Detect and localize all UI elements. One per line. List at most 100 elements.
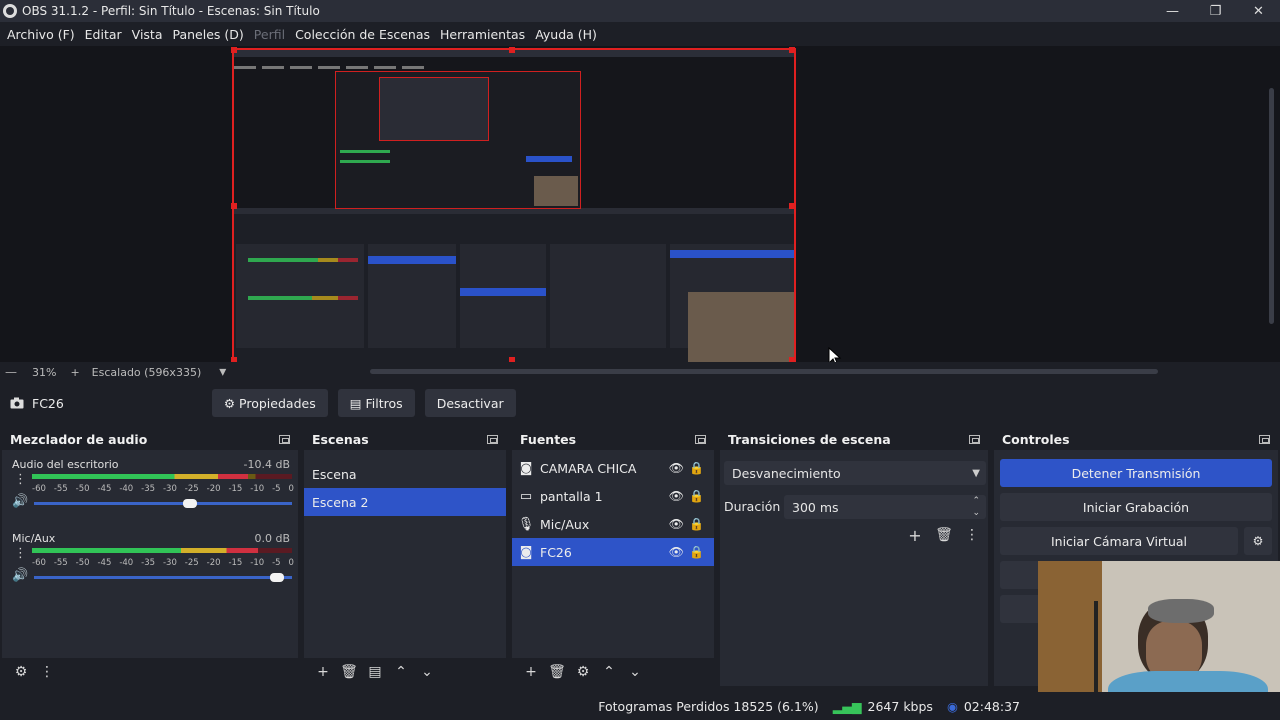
signal-icon: ▂▄▆ (832, 698, 862, 714)
arrow-up-icon[interactable]: ⌃ (598, 664, 620, 680)
menu-help[interactable]: Ayuda (H) (530, 27, 602, 42)
menu-tools[interactable]: Herramientas (435, 27, 530, 42)
virtual-camera-settings-icon[interactable]: ⚙ (1244, 527, 1272, 555)
meter-tick-label: -55 (53, 558, 68, 568)
eye-icon[interactable]: 👁 (669, 545, 684, 559)
stop-streaming-button[interactable]: Detener Transmisión (1000, 459, 1272, 487)
add-icon[interactable]: + (312, 664, 334, 680)
trash-icon[interactable]: 🗑 (338, 664, 360, 680)
meter-tick-label: -50 (75, 484, 90, 494)
arrow-down-icon[interactable]: ⌄ (416, 664, 438, 680)
status-bar: Fotogramas Perdidos 18525 (6.1%) ▂▄▆ 264… (0, 692, 1280, 720)
lock-icon[interactable]: 🔒 (689, 517, 704, 531)
eye-icon[interactable]: 👁 (669, 461, 684, 475)
menu-scene-collection[interactable]: Colección de Escenas (290, 27, 435, 42)
scaling-dropdown[interactable]: ▾ (219, 364, 226, 380)
meter-ticks: -60 -55 -50 -45 -40 -35 -30 -25 -20 -15 -10 -5 0 (32, 484, 294, 494)
zoom-out-button[interactable]: — (0, 365, 22, 379)
lock-icon[interactable]: 🔒 (689, 545, 704, 559)
minimize-button[interactable]: — (1151, 0, 1194, 22)
chevron-down-icon: ▼ (972, 467, 980, 479)
source-item-selected[interactable]: ◙ FC26 👁 🔒 (512, 538, 714, 566)
transition-select[interactable]: Desvanecimiento ▼ (724, 461, 986, 485)
gear-icon[interactable]: ⚙ (572, 664, 594, 680)
undock-icon[interactable] (969, 434, 980, 444)
arrow-up-icon[interactable]: ⌃ (390, 664, 412, 680)
meter-tick-label: -10 (250, 484, 265, 494)
source-item[interactable]: ◙ CAMARA CHICA 👁 🔒 (512, 454, 714, 482)
source-item[interactable]: 🎙 Mic/Aux 👁 🔒 (512, 510, 714, 538)
eye-icon[interactable]: 👁 (669, 489, 684, 503)
lock-icon[interactable]: 🔒 (689, 489, 704, 503)
menu-profile[interactable]: Perfil (249, 27, 290, 42)
close-button[interactable]: ✕ (1237, 0, 1280, 22)
menu-view[interactable]: Vista (127, 27, 168, 42)
arrow-down-icon[interactable]: ⌄ (624, 664, 646, 680)
live-time: 02:48:37 (963, 698, 1020, 714)
deactivate-button[interactable]: Desactivar (424, 389, 516, 417)
meter-tick-label: -40 (119, 558, 134, 568)
channel-menu-icon[interactable]: ⋮ (14, 546, 27, 561)
meter-tick-label: -10 (250, 558, 265, 568)
maximize-button[interactable]: ❐ (1194, 0, 1237, 22)
scene-item-selected[interactable]: Escena 2 (304, 488, 506, 516)
camera-icon: ◙ (519, 460, 533, 476)
preview-source-capture[interactable] (232, 48, 796, 364)
volume-slider[interactable] (34, 499, 292, 508)
channel-db: 0.0 dB (254, 532, 290, 545)
meter-tick-label: -25 (184, 558, 199, 568)
properties-button[interactable]: ⚙ Propiedades (211, 389, 328, 417)
camera-icon: ◙ (519, 544, 533, 560)
preview-vertical-scrollbar[interactable] (1269, 88, 1274, 324)
meter-tick-label: -60 (32, 484, 46, 494)
controls-title: Controles (1002, 431, 1070, 447)
start-virtual-camera-button[interactable]: Iniciar Cámara Virtual (1000, 527, 1238, 555)
level-meter (32, 548, 292, 553)
mixer-menu-icon[interactable]: ⋮ (36, 664, 58, 680)
meter-tick-label: -45 (97, 484, 112, 494)
undock-icon[interactable] (279, 434, 290, 444)
menu-docks[interactable]: Paneles (D) (168, 27, 249, 42)
transition-menu-icon[interactable]: ⋮ (961, 527, 983, 543)
channel-menu-icon[interactable]: ⋮ (14, 472, 27, 487)
duration-label: Duración (724, 499, 781, 514)
undock-icon[interactable] (695, 434, 706, 444)
add-icon[interactable]: + (520, 664, 542, 680)
transition-value: Desvanecimiento (732, 465, 841, 481)
preview-area[interactable] (0, 46, 1280, 367)
menu-edit[interactable]: Editar (80, 27, 127, 42)
meter-tick-label: -20 (206, 484, 221, 494)
meter-tick-label: -45 (97, 558, 112, 568)
volume-handle[interactable] (270, 573, 285, 582)
eye-icon[interactable]: 👁 (669, 517, 684, 531)
source-item[interactable]: ▭ pantalla 1 👁 🔒 (512, 482, 714, 510)
meter-tick-label: -30 (162, 558, 177, 568)
spinner-icon[interactable]: ⌃ ⌄ (972, 495, 980, 519)
speaker-icon[interactable]: 🔊 (12, 568, 28, 583)
monitor-icon: ▭ (519, 488, 533, 504)
preview-horizontal-scrollbar[interactable] (370, 369, 1158, 374)
add-transition-icon[interactable]: + (904, 526, 926, 545)
menu-file[interactable]: Archivo (F) (2, 27, 80, 42)
live-indicator-icon: ◉ (946, 698, 958, 714)
start-recording-button[interactable]: Iniciar Grabación (1000, 493, 1272, 521)
audio-mixer-title: Mezclador de audio (10, 431, 148, 447)
meter-tick-label: -15 (228, 558, 243, 568)
speaker-icon[interactable]: 🔊 (12, 494, 28, 509)
lock-icon[interactable]: 🔒 (689, 461, 704, 475)
zoom-in-button[interactable]: + (70, 366, 79, 379)
duration-input[interactable]: 300 ms ⌃ ⌄ (784, 495, 986, 519)
volume-handle[interactable] (182, 499, 197, 508)
filter-icon[interactable]: ▤ (364, 664, 386, 680)
advanced-audio-icon[interactable]: ⚙ (10, 664, 32, 680)
scene-item[interactable]: Escena (304, 460, 506, 488)
meter-tick-label: -25 (184, 484, 199, 494)
meter-tick-label: -15 (228, 484, 243, 494)
trash-icon[interactable]: 🗑 (546, 664, 568, 680)
undock-icon[interactable] (487, 434, 498, 444)
filters-button[interactable]: ▤ Filtros (337, 389, 415, 417)
volume-slider[interactable] (34, 573, 292, 582)
undock-icon[interactable] (1259, 434, 1270, 444)
source-name: CAMARA CHICA (540, 460, 637, 476)
trash-icon[interactable]: 🗑 (933, 527, 955, 543)
